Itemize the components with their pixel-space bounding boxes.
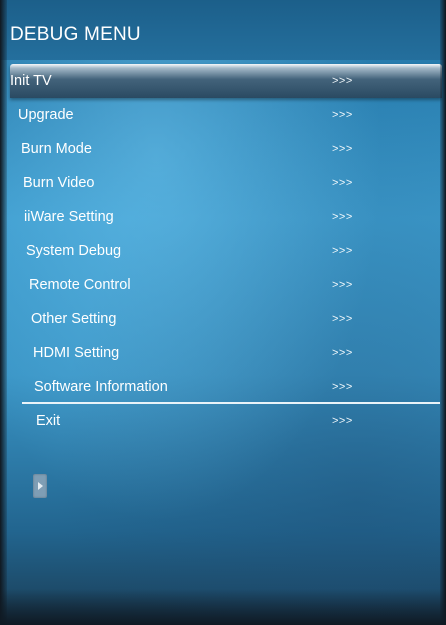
menu-item-init-tv[interactable]: Init TV >>> xyxy=(10,64,442,98)
menu-item-label: Init TV xyxy=(10,73,52,89)
menu-divider xyxy=(22,402,440,404)
menu-item-label: Remote Control xyxy=(29,277,131,293)
tv-screen: DEBUG MENU Init TV >>> Upgrade >>> Burn … xyxy=(0,0,446,625)
menu-item-remote-control[interactable]: Remote Control >>> xyxy=(10,268,442,302)
menu-item-label: Upgrade xyxy=(18,107,74,123)
menu-item-exit[interactable]: Exit >>> xyxy=(10,404,442,438)
menu-title: DEBUG MENU xyxy=(10,24,141,45)
menu-item-system-debug[interactable]: System Debug >>> xyxy=(10,234,442,268)
screen-bezel-left xyxy=(0,0,7,625)
submenu-arrows-icon: >>> xyxy=(332,347,353,359)
menu-item-iiware-setting[interactable]: iiWare Setting >>> xyxy=(10,200,442,234)
submenu-arrows-icon: >>> xyxy=(332,177,353,189)
menu-item-burn-mode[interactable]: Burn Mode >>> xyxy=(10,132,442,166)
screen-bezel-bottom xyxy=(0,589,446,625)
menu-item-label: System Debug xyxy=(26,243,122,259)
menu-item-label: Burn Video xyxy=(23,175,95,191)
expand-arrow-icon[interactable] xyxy=(33,474,47,498)
menu-item-label: Burn Mode xyxy=(21,141,92,157)
submenu-arrows-icon: >>> xyxy=(332,313,353,325)
menu-item-other-setting[interactable]: Other Setting >>> xyxy=(10,302,442,336)
menu-item-label: HDMI Setting xyxy=(33,345,120,361)
screen-bezel-right xyxy=(440,0,446,625)
menu-item-label: Software Information xyxy=(34,379,168,395)
submenu-arrows-icon: >>> xyxy=(332,381,353,393)
submenu-arrows-icon: >>> xyxy=(332,75,353,87)
menu-item-upgrade[interactable]: Upgrade >>> xyxy=(10,98,442,132)
menu-item-hdmi-setting[interactable]: HDMI Setting >>> xyxy=(10,336,442,370)
menu-item-burn-video[interactable]: Burn Video >>> xyxy=(10,166,442,200)
submenu-arrows-icon: >>> xyxy=(332,143,353,155)
submenu-arrows-icon: >>> xyxy=(332,109,353,121)
title-bar: DEBUG MENU xyxy=(0,0,446,60)
submenu-arrows-icon: >>> xyxy=(332,211,353,223)
submenu-arrows-icon: >>> xyxy=(332,415,353,427)
menu-item-software-information[interactable]: Software Information >>> xyxy=(10,370,442,404)
debug-menu: Init TV >>> Upgrade >>> Burn Mode >>> Bu… xyxy=(10,64,442,438)
menu-item-label: iiWare Setting xyxy=(24,209,114,225)
triangle-right-icon xyxy=(38,482,43,490)
submenu-arrows-icon: >>> xyxy=(332,245,353,257)
menu-item-label: Exit xyxy=(36,413,61,429)
submenu-arrows-icon: >>> xyxy=(332,279,353,291)
menu-item-label: Other Setting xyxy=(31,311,117,327)
